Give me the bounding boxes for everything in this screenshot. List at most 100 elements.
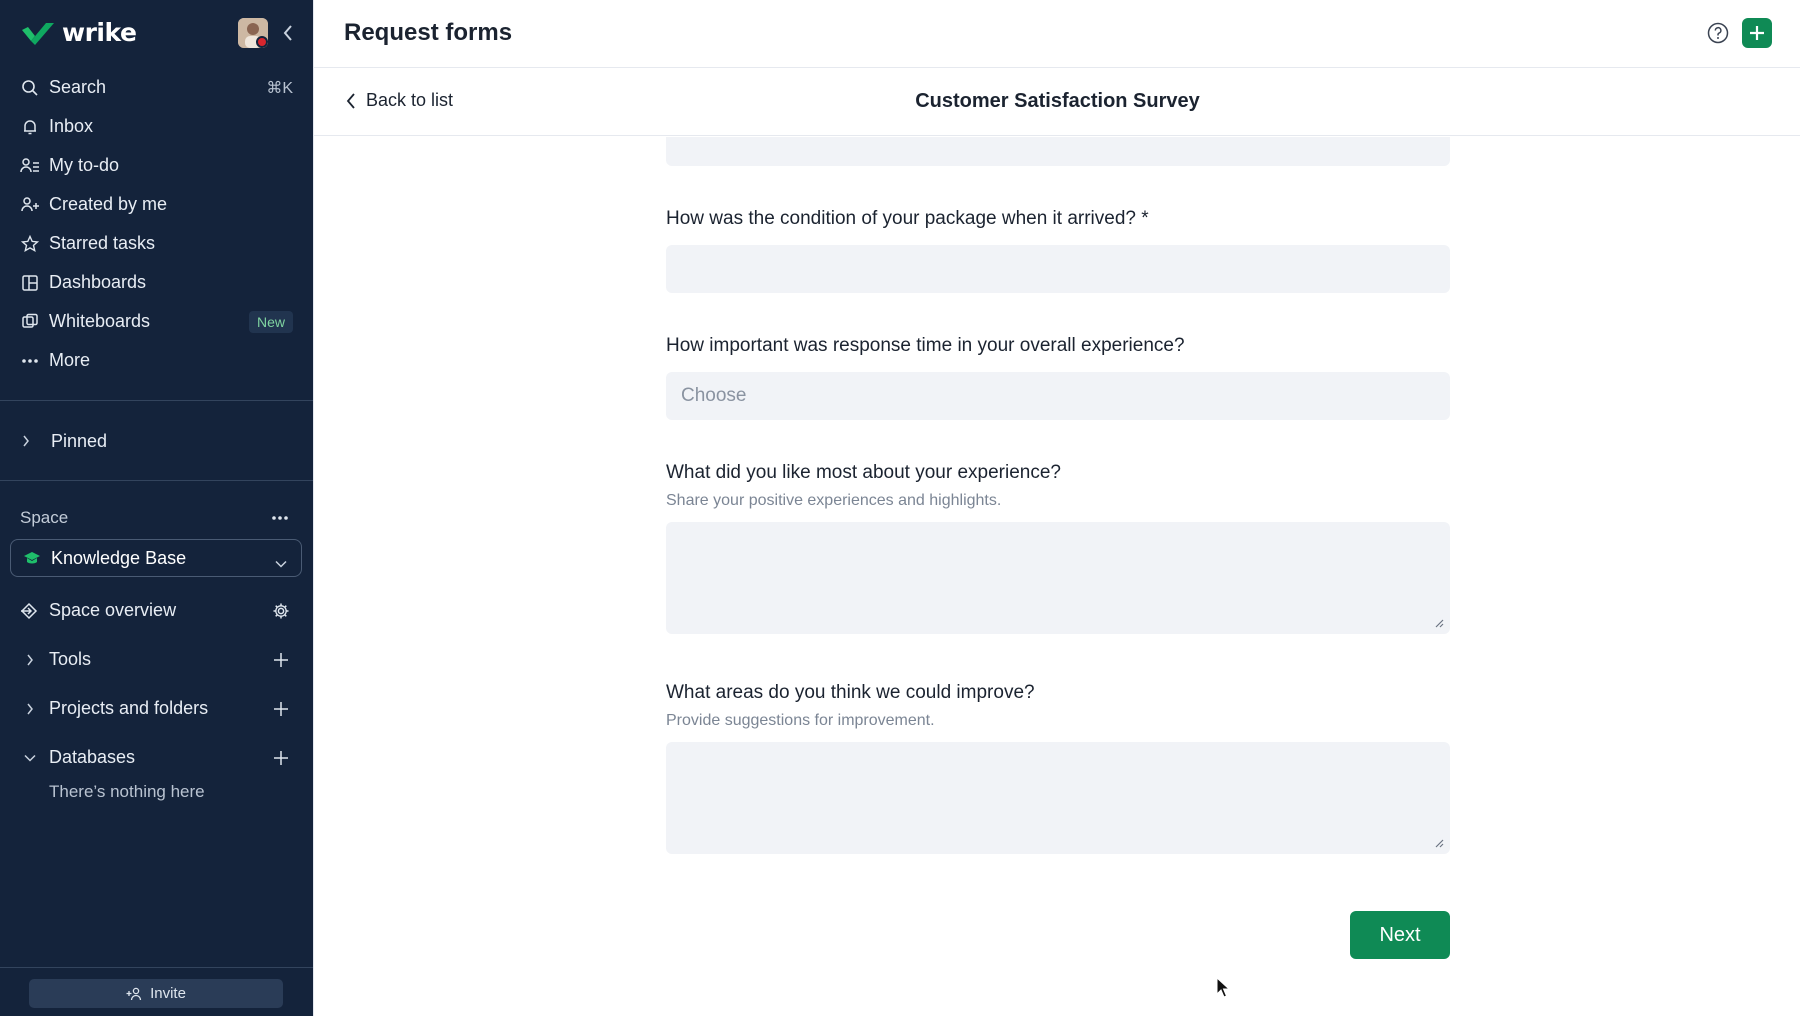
next-button[interactable]: Next [1350, 911, 1450, 959]
sidebar-item-label: Whiteboards [49, 311, 151, 331]
sidebar-item-dashboards[interactable]: Dashboards [0, 263, 313, 302]
chevron-right-icon [20, 699, 40, 719]
back-to-list-link[interactable]: Back to list [346, 90, 453, 111]
space-selector-value: Knowledge Base [51, 547, 187, 568]
question-hint: Share your positive experiences and high… [666, 492, 1002, 509]
sidebar-item-label: Starred tasks [49, 233, 156, 253]
more-horizontal-icon [272, 516, 288, 520]
sidebar-item-label: Inbox [49, 116, 94, 136]
new-badge: New [248, 310, 293, 333]
space-selector[interactable]: Knowledge Base [10, 539, 302, 577]
response-time-select[interactable]: Choose [666, 372, 1450, 420]
plus-icon[interactable] [271, 748, 291, 768]
plus-icon[interactable] [271, 650, 291, 670]
bell-icon [20, 117, 40, 137]
chevron-left-icon [283, 25, 292, 41]
mouse-cursor-icon [1216, 977, 1231, 998]
question-label: How important was response time in your … [666, 335, 1185, 356]
sidebar-item-my-todo[interactable]: My to-do [0, 146, 313, 185]
star-icon [20, 234, 40, 254]
sidebar-item-databases[interactable]: Databases [0, 733, 313, 782]
sidebar-item-label: Created by me [49, 194, 168, 214]
question-label: What did you like most about your experi… [666, 462, 1061, 483]
resize-handle-icon[interactable] [1432, 616, 1444, 628]
top-bar: Request forms [314, 0, 1800, 68]
question-improve: What areas do you think we could improve… [666, 682, 1450, 854]
sidebar-divider [0, 967, 313, 968]
plus-icon [1750, 26, 1764, 40]
sidebar-item-search[interactable]: Search ⌘K [0, 68, 313, 107]
space-label: Space [20, 508, 69, 527]
wrike-check-icon [22, 22, 54, 45]
sidebar-item-label: My to-do [49, 155, 120, 175]
search-icon [20, 78, 40, 98]
sidebar: wrike Search ⌘K Inbox My to-do Created b… [0, 0, 313, 1016]
sidebar-item-pinned[interactable]: Pinned [0, 421, 313, 461]
person-plus-icon [20, 195, 40, 215]
sidebar-divider [0, 480, 313, 481]
space-more-button[interactable] [268, 506, 292, 530]
whiteboard-icon [20, 312, 40, 332]
page-title: Request forms [344, 19, 513, 46]
sidebar-item-starred-tasks[interactable]: Starred tasks [0, 224, 313, 263]
package-condition-input[interactable] [666, 245, 1450, 293]
chevron-right-icon [20, 650, 40, 670]
space-overview-icon [20, 601, 40, 621]
gear-icon[interactable] [271, 601, 291, 621]
sidebar-item-label: Dashboards [49, 272, 147, 292]
sidebar-item-whiteboards[interactable]: Whiteboards New [0, 302, 313, 341]
chevron-right-icon [22, 435, 38, 447]
databases-empty-text: There’s nothing here [49, 782, 205, 801]
question-response-time: How important was response time in your … [666, 335, 1450, 420]
sidebar-item-more[interactable]: More [0, 341, 313, 380]
form-title: Customer Satisfaction Survey [915, 90, 1200, 112]
previous-field [666, 137, 1450, 166]
sidebar-item-label: More [49, 350, 91, 370]
chevron-left-icon [346, 92, 356, 109]
more-horizontal-icon [20, 351, 40, 371]
sidebar-item-created-by-me[interactable]: Created by me [0, 185, 313, 224]
question-label: How was the condition of your package wh… [666, 208, 1149, 229]
create-new-button[interactable] [1742, 18, 1772, 48]
sidebar-item-projects-and-folders[interactable]: Projects and folders [0, 684, 313, 733]
question-package-condition: How was the condition of your package wh… [666, 208, 1450, 293]
question-liked-most: What did you like most about your experi… [666, 462, 1450, 634]
sidebar-item-label: Databases [49, 747, 136, 767]
help-button[interactable] [1705, 20, 1731, 46]
question-label: What areas do you think we could improve… [666, 682, 1035, 703]
collapse-sidebar-button[interactable] [278, 22, 298, 44]
sidebar-item-label: Space overview [49, 600, 177, 620]
chevron-down-icon [275, 552, 287, 573]
sidebar-item-label: Projects and folders [49, 698, 209, 718]
plus-icon[interactable] [271, 699, 291, 719]
search-shortcut: ⌘K [266, 79, 293, 97]
logo-text: wrike [62, 18, 137, 47]
chevron-down-icon [20, 748, 40, 768]
sidebar-item-label: Tools [49, 649, 92, 669]
main-panel: Request forms Customer Satisfaction Surv… [313, 0, 1800, 1016]
form-header: Customer Satisfaction Survey Back to lis… [314, 68, 1800, 136]
graduation-cap-icon [23, 549, 41, 567]
sidebar-item-tools[interactable]: Tools [0, 635, 313, 684]
improve-textarea[interactable] [666, 742, 1450, 854]
sidebar-item-label: Search [49, 77, 107, 97]
sidebar-item-inbox[interactable]: Inbox [0, 107, 313, 146]
person-plus-icon [126, 987, 144, 1001]
resize-handle-icon[interactable] [1432, 836, 1444, 848]
status-dot [256, 36, 268, 48]
sidebar-item-space-overview[interactable]: Space overview [0, 586, 313, 635]
previous-field-input[interactable] [666, 137, 1450, 166]
invite-button[interactable]: Invite [29, 979, 283, 1008]
dashboard-icon [20, 273, 40, 293]
pinned-label: Pinned [51, 430, 108, 451]
liked-most-textarea[interactable] [666, 522, 1450, 634]
space-tree: Space overview Tools Projects and folder… [0, 586, 313, 782]
select-placeholder: Choose [681, 385, 747, 406]
person-list-icon [20, 156, 40, 176]
question-hint: Provide suggestions for improvement. [666, 712, 935, 729]
wrike-logo[interactable]: wrike [20, 18, 137, 47]
invite-label: Invite [150, 985, 186, 1002]
avatar[interactable] [238, 18, 268, 48]
help-icon [1707, 22, 1729, 44]
sidebar-nav: Search ⌘K Inbox My to-do Created by me S… [0, 68, 313, 380]
